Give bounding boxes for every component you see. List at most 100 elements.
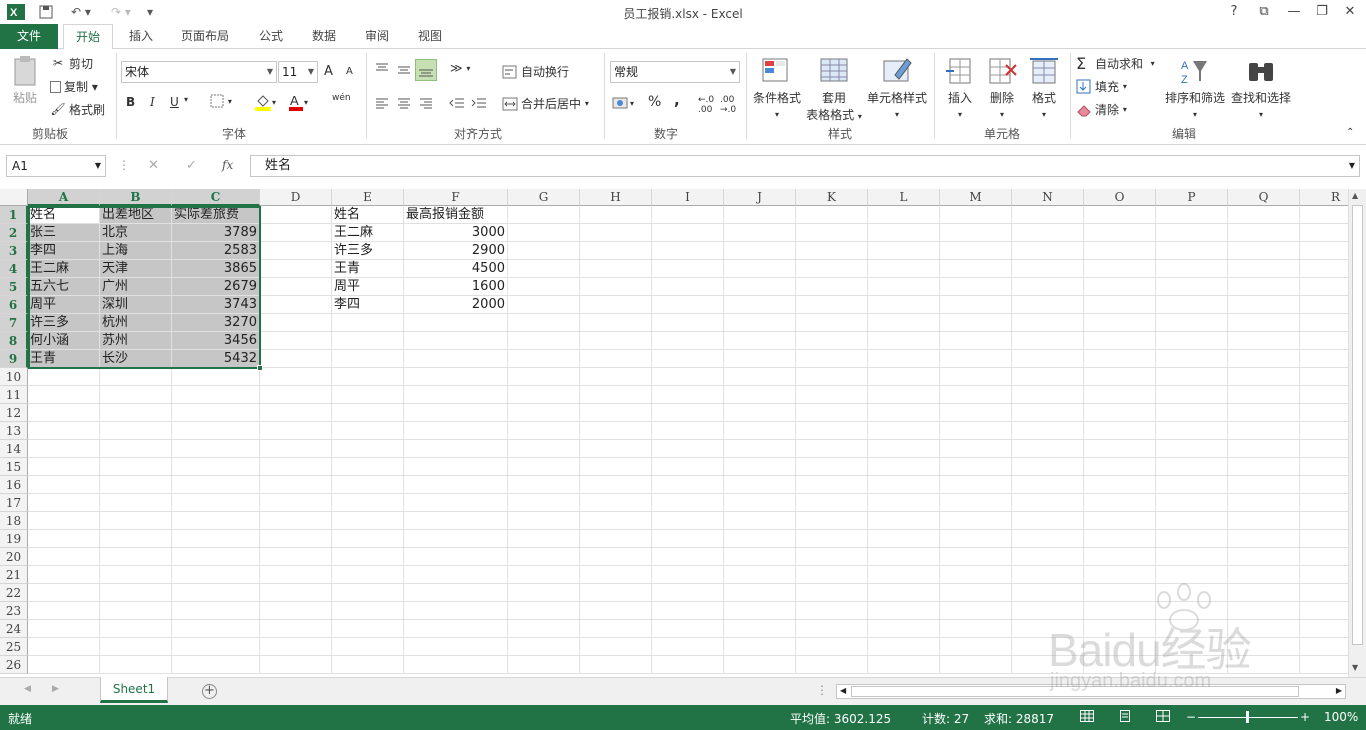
cell-o26[interactable] bbox=[1084, 656, 1156, 674]
cell-o14[interactable] bbox=[1084, 440, 1156, 458]
cell-p10[interactable] bbox=[1156, 368, 1228, 386]
cell-m11[interactable] bbox=[940, 386, 1012, 404]
cell-j19[interactable] bbox=[724, 530, 796, 548]
cell-g23[interactable] bbox=[508, 602, 580, 620]
cell-i8[interactable] bbox=[652, 332, 724, 350]
cell-a15[interactable] bbox=[28, 458, 100, 476]
cell-l6[interactable] bbox=[868, 296, 940, 314]
cell-q10[interactable] bbox=[1228, 368, 1300, 386]
cell-l15[interactable] bbox=[868, 458, 940, 476]
cell-c6[interactable]: 3743 bbox=[172, 296, 260, 314]
cell-e2[interactable]: 王二麻 bbox=[332, 224, 404, 242]
align-top-icon[interactable] bbox=[374, 61, 390, 77]
cell-m21[interactable] bbox=[940, 566, 1012, 584]
cell-g6[interactable] bbox=[508, 296, 580, 314]
cell-f7[interactable] bbox=[404, 314, 508, 332]
cell-m16[interactable] bbox=[940, 476, 1012, 494]
cell-a1[interactable]: 姓名 bbox=[28, 206, 100, 224]
orientation-icon[interactable]: ≫ ▾ bbox=[450, 61, 470, 75]
font-color-icon[interactable]: A ▾ bbox=[288, 93, 308, 111]
format-cells-button[interactable]: 格式 ▾ bbox=[1026, 55, 1062, 120]
select-all-corner[interactable] bbox=[0, 189, 28, 206]
cell-p2[interactable] bbox=[1156, 224, 1228, 242]
cell-j5[interactable] bbox=[724, 278, 796, 296]
cell-q2[interactable] bbox=[1228, 224, 1300, 242]
cell-k8[interactable] bbox=[796, 332, 868, 350]
cell-n9[interactable] bbox=[1012, 350, 1084, 368]
cell-i25[interactable] bbox=[652, 638, 724, 656]
cell-c13[interactable] bbox=[172, 422, 260, 440]
scroll-up-icon[interactable]: ▲ bbox=[1352, 191, 1358, 200]
cell-e17[interactable] bbox=[332, 494, 404, 512]
cell-q18[interactable] bbox=[1228, 512, 1300, 530]
cell-n5[interactable] bbox=[1012, 278, 1084, 296]
tab-page-layout[interactable]: 页面布局 bbox=[169, 24, 241, 49]
row-header-6[interactable]: 6 bbox=[0, 296, 28, 314]
row-header-7[interactable]: 7 bbox=[0, 314, 28, 332]
page-break-view-icon[interactable] bbox=[1156, 710, 1170, 725]
cell-b11[interactable] bbox=[100, 386, 172, 404]
cell-i15[interactable] bbox=[652, 458, 724, 476]
cell-m22[interactable] bbox=[940, 584, 1012, 602]
cell-h24[interactable] bbox=[580, 620, 652, 638]
cell-r20[interactable] bbox=[1300, 548, 1348, 566]
row-header-14[interactable]: 14 bbox=[0, 440, 28, 458]
cell-j15[interactable] bbox=[724, 458, 796, 476]
cell-k11[interactable] bbox=[796, 386, 868, 404]
cell-k13[interactable] bbox=[796, 422, 868, 440]
font-size-select[interactable]: 11 ▼ bbox=[278, 61, 318, 83]
cell-q14[interactable] bbox=[1228, 440, 1300, 458]
cell-m14[interactable] bbox=[940, 440, 1012, 458]
increase-indent-icon[interactable] bbox=[470, 95, 488, 111]
cell-g24[interactable] bbox=[508, 620, 580, 638]
comma-button[interactable]: , bbox=[674, 91, 680, 109]
cell-f3[interactable]: 2900 bbox=[404, 242, 508, 260]
row-header-21[interactable]: 21 bbox=[0, 566, 28, 584]
cell-a24[interactable] bbox=[28, 620, 100, 638]
cell-k6[interactable] bbox=[796, 296, 868, 314]
cell-a9[interactable]: 王青 bbox=[28, 350, 100, 368]
tab-view[interactable]: 视图 bbox=[406, 24, 454, 49]
cell-b5[interactable]: 广州 bbox=[100, 278, 172, 296]
cell-p12[interactable] bbox=[1156, 404, 1228, 422]
row-header-3[interactable]: 3 bbox=[0, 242, 28, 260]
cell-j11[interactable] bbox=[724, 386, 796, 404]
cell-b15[interactable] bbox=[100, 458, 172, 476]
cell-h13[interactable] bbox=[580, 422, 652, 440]
cell-q20[interactable] bbox=[1228, 548, 1300, 566]
cell-n21[interactable] bbox=[1012, 566, 1084, 584]
cell-m8[interactable] bbox=[940, 332, 1012, 350]
scroll-down-icon[interactable]: ▼ bbox=[1352, 663, 1358, 672]
row-header-19[interactable]: 19 bbox=[0, 530, 28, 548]
cell-d1[interactable] bbox=[260, 206, 332, 224]
cell-q1[interactable] bbox=[1228, 206, 1300, 224]
cell-m9[interactable] bbox=[940, 350, 1012, 368]
cell-o1[interactable] bbox=[1084, 206, 1156, 224]
cell-g1[interactable] bbox=[508, 206, 580, 224]
cell-o20[interactable] bbox=[1084, 548, 1156, 566]
cell-o5[interactable] bbox=[1084, 278, 1156, 296]
cell-p14[interactable] bbox=[1156, 440, 1228, 458]
cell-m1[interactable] bbox=[940, 206, 1012, 224]
cell-f18[interactable] bbox=[404, 512, 508, 530]
cell-b14[interactable] bbox=[100, 440, 172, 458]
column-header-k[interactable]: K bbox=[796, 189, 868, 206]
cell-r11[interactable] bbox=[1300, 386, 1348, 404]
row-header-11[interactable]: 11 bbox=[0, 386, 28, 404]
cell-q19[interactable] bbox=[1228, 530, 1300, 548]
cell-h5[interactable] bbox=[580, 278, 652, 296]
cell-h17[interactable] bbox=[580, 494, 652, 512]
row-header-13[interactable]: 13 bbox=[0, 422, 28, 440]
cell-d21[interactable] bbox=[260, 566, 332, 584]
cell-q24[interactable] bbox=[1228, 620, 1300, 638]
cell-m5[interactable] bbox=[940, 278, 1012, 296]
cell-j14[interactable] bbox=[724, 440, 796, 458]
cell-f26[interactable] bbox=[404, 656, 508, 674]
cell-styles-button[interactable]: 单元格样式 ▾ bbox=[866, 55, 928, 120]
cell-e5[interactable]: 周平 bbox=[332, 278, 404, 296]
cell-i1[interactable] bbox=[652, 206, 724, 224]
zoom-out-icon[interactable]: − bbox=[1186, 710, 1196, 724]
cell-g3[interactable] bbox=[508, 242, 580, 260]
cell-l19[interactable] bbox=[868, 530, 940, 548]
cell-m12[interactable] bbox=[940, 404, 1012, 422]
